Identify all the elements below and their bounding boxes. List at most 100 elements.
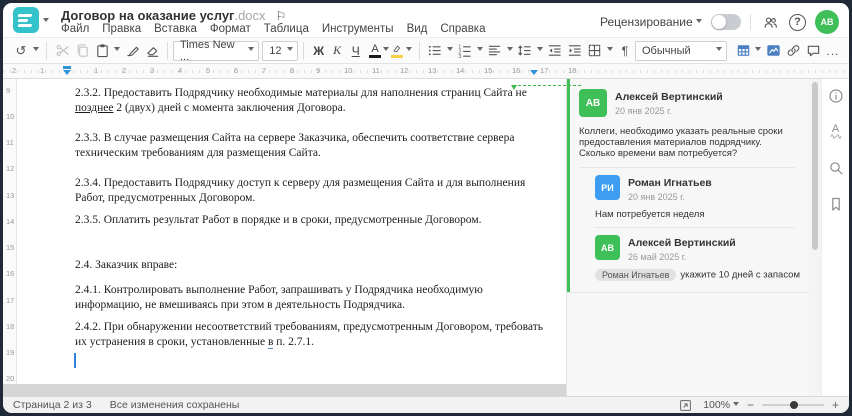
numbered-list-icon: 123 <box>459 45 472 58</box>
font-name-select[interactable]: Times New ... <box>173 39 260 63</box>
zoom-in-button[interactable]: + <box>832 398 839 412</box>
logo-dropdown-caret-icon[interactable] <box>43 18 49 25</box>
menu-item-edit[interactable]: Правка <box>102 23 141 35</box>
menu-item-format[interactable]: Формат <box>210 23 251 35</box>
desktop-background: Договор на оказание услуг.docx ⚐ Файл Пра… <box>0 0 852 416</box>
insert-table-dropdown[interactable] <box>753 40 763 62</box>
comment-anchor-word[interactable]: позднее <box>75 102 113 114</box>
hruler-num: 2 <box>12 66 17 75</box>
review-mode-dropdown[interactable]: Рецензирование <box>600 15 702 29</box>
hruler-num: 18 <box>568 66 577 75</box>
menu-bar: Файл Правка Вставка Формат Таблица Инстр… <box>61 23 486 35</box>
doc-line: их устранения в сроки, установленные в п… <box>75 336 315 349</box>
undo-dropdown[interactable] <box>31 40 41 62</box>
hruler-num: 3 <box>150 66 155 75</box>
comment-author: Алексей Вертинский <box>615 91 723 103</box>
highlight-dropdown[interactable] <box>404 40 414 62</box>
undo-button[interactable]: ↺ <box>11 40 31 62</box>
zoom-slider-handle[interactable] <box>789 401 798 409</box>
scrollbar-thumb[interactable] <box>812 82 818 250</box>
fit-page-button[interactable] <box>675 394 695 413</box>
vertical-ruler[interactable]: 9 10 11 12 13 14 15 16 17 18 19 20 <box>3 79 17 384</box>
horizontal-ruler[interactable]: 2 1 1 2 3 4 5 6 7 8 9 10 11 12 13 14 15 … <box>3 64 849 79</box>
copy-button[interactable] <box>72 40 92 62</box>
align-dropdown[interactable] <box>505 40 515 62</box>
insert-table-button[interactable] <box>733 40 753 62</box>
bold-button[interactable]: Ж <box>309 44 328 58</box>
flag-icon[interactable]: ⚐ <box>276 9 287 23</box>
menu-item-help[interactable]: Справка <box>440 23 485 35</box>
paste-button[interactable] <box>92 40 112 62</box>
document-info-button[interactable] <box>827 87 845 105</box>
zoom-slider[interactable] <box>761 401 824 409</box>
line-spacing-button[interactable] <box>515 40 535 62</box>
align-left-icon <box>489 45 501 56</box>
left-indent-marker[interactable] <box>63 70 71 79</box>
highlight-button[interactable] <box>391 44 404 58</box>
font-size-select[interactable]: 12 <box>262 40 299 61</box>
line-spacing-dropdown[interactable] <box>535 40 545 62</box>
paragraph-shading-button[interactable] <box>585 40 605 62</box>
font-color-dropdown[interactable] <box>381 40 391 62</box>
document-area: 9 10 11 12 13 14 15 16 17 18 19 20 2.3.2… <box>3 79 566 396</box>
toolbar-more-button[interactable]: ... <box>823 40 843 62</box>
font-color-swatch <box>368 54 381 58</box>
menu-item-tools[interactable]: Инструменты <box>322 23 394 35</box>
cut-button[interactable] <box>52 40 72 62</box>
paragraph-style-select[interactable]: Обычный <box>635 40 727 61</box>
hruler-num: 4 <box>178 66 183 75</box>
numbered-list-button[interactable]: 123 <box>455 40 475 62</box>
comment-text: Коллеги, необходимо указать реальные сро… <box>579 126 783 159</box>
document-page[interactable]: 2.3.2. Предоставить Подрядчику необходим… <box>17 79 566 384</box>
document-title-extension: .docx <box>234 8 266 23</box>
review-toggle[interactable] <box>711 14 741 30</box>
first-line-indent-marker[interactable] <box>63 66 71 69</box>
menu-item-insert[interactable]: Вставка <box>154 23 197 35</box>
hruler-num: 16 <box>512 66 521 75</box>
collaboration-users-button[interactable] <box>760 11 780 33</box>
numbered-list-dropdown[interactable] <box>475 40 485 62</box>
clear-style-button[interactable] <box>142 40 162 62</box>
doc-line: 2.3.3. В случае размещения Сайта на серв… <box>75 132 515 144</box>
increase-indent-button[interactable] <box>565 40 585 62</box>
doc-line: 2.3.2. Предоставить Подрядчику необходим… <box>75 87 527 99</box>
bullet-list-button[interactable] <box>425 40 445 62</box>
active-thread-indicator <box>567 79 570 293</box>
search-button[interactable] <box>827 159 845 177</box>
insert-comment-button[interactable] <box>803 40 823 62</box>
comment-date: 26 май 2025 г. <box>628 252 687 262</box>
paste-dropdown[interactable] <box>112 40 122 62</box>
insert-link-button[interactable] <box>783 40 803 62</box>
save-status: Все изменения сохранены <box>109 399 240 411</box>
menu-item-view[interactable]: Вид <box>407 23 428 35</box>
increase-indent-icon <box>569 45 582 56</box>
bookmark-icon <box>831 197 840 211</box>
right-indent-marker[interactable] <box>530 70 538 79</box>
insert-image-button[interactable] <box>763 40 783 62</box>
comment-author: Роман Игнатьев <box>628 177 712 189</box>
zoom-out-button[interactable]: − <box>747 398 754 412</box>
font-color-button[interactable]: А <box>368 43 381 58</box>
bullet-list-icon <box>429 45 442 56</box>
paragraph-shading-dropdown[interactable] <box>605 40 615 62</box>
help-button[interactable]: ? <box>789 13 806 31</box>
format-painter-button[interactable] <box>122 40 142 62</box>
app-logo-button[interactable] <box>13 7 39 33</box>
align-button[interactable] <box>485 40 505 62</box>
bullet-list-dropdown[interactable] <box>445 40 455 62</box>
nonprinting-chars-button[interactable]: ¶ <box>615 40 635 62</box>
underline-button[interactable]: Ч <box>346 44 365 58</box>
zoom-select[interactable]: 100% <box>703 399 739 411</box>
page-indicator: Страница 2 из 3 <box>13 399 92 411</box>
vertical-scrollbar[interactable] <box>809 79 821 396</box>
italic-button[interactable]: К <box>328 43 347 58</box>
hruler-num: 8 <box>290 66 295 75</box>
decrease-indent-button[interactable] <box>545 40 565 62</box>
spellcheck-button[interactable]: А ∿∿ <box>827 123 845 141</box>
menu-item-table[interactable]: Таблица <box>264 23 309 35</box>
bookmarks-button[interactable] <box>827 195 845 213</box>
hruler-num: 14 <box>456 66 465 75</box>
user-avatar[interactable]: АВ <box>815 10 839 34</box>
doc-line: Работ, предусмотренных Договором. <box>75 192 256 204</box>
menu-item-file[interactable]: Файл <box>61 23 89 35</box>
